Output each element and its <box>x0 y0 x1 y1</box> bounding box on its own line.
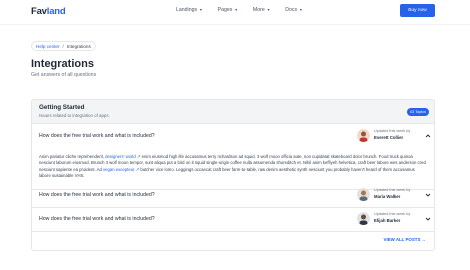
faq-question[interactable]: How does the free trial work and what is… <box>39 192 155 198</box>
nav-landings[interactable]: Landings ▼ <box>176 7 203 13</box>
breadcrumb: Help center / Integrations <box>31 41 96 51</box>
avatar <box>357 188 370 201</box>
card-description: Issues related to integration of apps. <box>39 113 110 118</box>
caret-down-icon: ▼ <box>199 8 203 12</box>
chevron-down-icon[interactable] <box>425 216 431 222</box>
avatar <box>357 212 370 225</box>
chevron-up-icon[interactable] <box>425 133 431 139</box>
caret-down-icon: ▼ <box>234 8 238 12</box>
header-divider <box>0 24 470 25</box>
topics-count-badge: 03 Topics <box>407 108 429 116</box>
breadcrumb-help-center[interactable]: Help center <box>36 44 60 49</box>
author-name: Maria Walker <box>374 194 401 199</box>
author-name: Everett Collier <box>374 135 404 140</box>
logo-accent: land <box>46 6 66 17</box>
caret-down-icon: ▼ <box>266 8 271 12</box>
updated-label: Updated this week by <box>374 129 411 133</box>
updated-label: Updated this week by <box>374 212 411 216</box>
buy-now-button[interactable]: Buy now <box>400 4 435 17</box>
page-subtitle: Get answers of all questions <box>31 72 97 78</box>
avatar <box>357 129 370 142</box>
logo-text: Fav <box>31 6 47 17</box>
caret-down-icon: ▼ <box>299 8 303 12</box>
breadcrumb-separator: / <box>62 43 64 49</box>
answer-link[interactable]: designers' world ↗ <box>105 154 140 159</box>
card-title: Getting Started <box>39 104 85 111</box>
nav-label: Landings <box>176 7 198 13</box>
brand-logo[interactable]: Favland <box>31 6 66 17</box>
nav-docs[interactable]: Docs ▼ <box>285 7 302 13</box>
faq-question[interactable]: How does the free trial work and what is… <box>39 216 155 222</box>
author-name: Elijah Barker <box>374 218 401 223</box>
top-navbar: Favland Landings ▼ Pages ▼ More ▼ Docs ▼… <box>0 0 470 24</box>
faq-item: How does the free trial work and what is… <box>32 208 434 232</box>
topic-card: Getting Started Issues related to integr… <box>31 99 435 251</box>
nav-more[interactable]: More ▼ <box>253 7 270 13</box>
nav-label: Docs <box>285 7 298 13</box>
nav-pages[interactable]: Pages ▼ <box>218 7 238 13</box>
faq-item-expanded: How does the free trial work and what is… <box>32 125 434 190</box>
faq-answer: Anim pariatur cliche reprehenderit, desi… <box>39 154 427 180</box>
faq-question[interactable]: How does the free trial work and what is… <box>39 133 155 139</box>
main-nav: Landings ▼ Pages ▼ More ▼ Docs ▼ <box>176 7 303 13</box>
breadcrumb-current: Integrations <box>66 43 91 49</box>
answer-text: Anim pariatur cliche reprehenderit, <box>39 154 106 159</box>
nav-label: Pages <box>217 7 233 13</box>
faq-item: How does the free trial work and what is… <box>32 184 434 208</box>
page-title: Integrations <box>31 58 94 70</box>
nav-label: More <box>252 7 265 13</box>
card-header: Getting Started Issues related to integr… <box>32 100 434 124</box>
answer-link[interactable]: vegan excepteur ↗ <box>103 167 139 172</box>
view-all-posts-link[interactable]: VIEW ALL POSTS → <box>384 237 426 242</box>
updated-label: Updated this week by <box>374 188 411 192</box>
chevron-down-icon[interactable] <box>425 192 431 198</box>
